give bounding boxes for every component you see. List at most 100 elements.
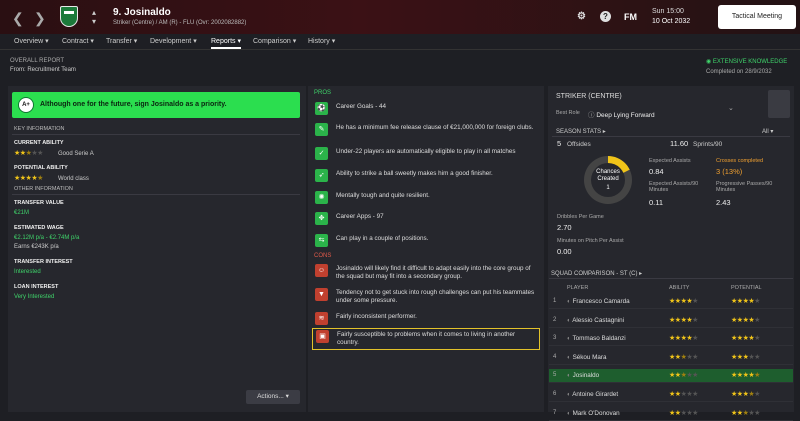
crosses-value: 3 (13%) bbox=[716, 167, 743, 176]
squad-row-player[interactable]: ◐ Josinaldo bbox=[567, 372, 599, 379]
tab-contract[interactable]: Contract ▾ bbox=[62, 37, 94, 45]
squad-row-player[interactable]: ◐ Alessio Castagnini bbox=[567, 317, 624, 324]
squad-row-potential-stars: ★★★★★ bbox=[731, 372, 760, 380]
tab-development[interactable]: Development ▾ bbox=[150, 37, 197, 45]
boot-icon: ➶ bbox=[315, 169, 328, 182]
squad-comparison-title[interactable]: SQUAD COMPARISON - ST (C) ▸ bbox=[551, 270, 642, 277]
squad-row-number: 7 bbox=[553, 409, 557, 416]
transfer-interest-label: TRANSFER INTEREST bbox=[14, 259, 73, 265]
pro-item: ✎ He has a minimum fee release clause of … bbox=[312, 122, 540, 144]
report-title: OVERALL REPORT bbox=[10, 58, 65, 64]
squad-row-ability-stars: ★★★★★ bbox=[669, 316, 698, 324]
chevron-down-icon[interactable]: ⌄ bbox=[728, 104, 734, 112]
tactical-meeting-button[interactable]: Tactical Meeting bbox=[718, 5, 796, 29]
shield-icon: ▼ bbox=[315, 288, 328, 301]
tab-comparison[interactable]: Comparison ▾ bbox=[253, 37, 296, 45]
squad-row-number: 4 bbox=[553, 353, 557, 360]
xa90-label: Expected Assists/90 Minutes bbox=[649, 181, 699, 193]
other-info-title: OTHER INFORMATION bbox=[14, 186, 73, 192]
sprints-label: Sprints/90 bbox=[693, 141, 723, 148]
stats-filter-dropdown[interactable]: All ▾ bbox=[762, 128, 773, 135]
current-ability-stars: ★★★★★ bbox=[14, 150, 43, 157]
tab-reports[interactable]: Reports ▾ bbox=[211, 37, 241, 49]
back-arrow-icon[interactable]: ❮ bbox=[12, 10, 24, 27]
chances-created-value: 1 bbox=[606, 185, 610, 191]
squad-row[interactable]: 1 ◐ Francesco Camarda ★★★★★ ★★★★★ bbox=[549, 295, 793, 309]
squad-row[interactable]: 2 ◐ Alessio Castagnini ★★★★★ ★★★★★ bbox=[549, 314, 793, 328]
tab-history[interactable]: History ▾ bbox=[308, 37, 335, 45]
chevron-updown-icon[interactable]: ▴ ▾ bbox=[92, 8, 96, 26]
potential-ability-note: World class bbox=[58, 176, 89, 182]
pro-item: ⚽ Career Goals - 44 bbox=[312, 101, 540, 117]
dribbles-value: 2.70 bbox=[557, 223, 572, 232]
person-icon: ◐ bbox=[567, 353, 571, 361]
globe-icon[interactable]: ⚙ bbox=[576, 11, 587, 22]
actions-button[interactable]: Actions... ▾ bbox=[246, 390, 300, 404]
knowledge-level: ◉ EXTENSIVE KNOWLEDGE bbox=[706, 59, 788, 65]
squad-row-potential-stars: ★★★★★ bbox=[731, 335, 760, 343]
pitch-position-icon bbox=[768, 90, 790, 118]
player-name: 9. Josinaldo bbox=[113, 7, 171, 18]
person-icon: ◐ bbox=[567, 372, 571, 380]
squad-row-number: 6 bbox=[553, 391, 557, 397]
minutes-per-assist-value: 0.00 bbox=[557, 247, 572, 256]
squad-row[interactable]: 7 ◐ Mark O'Donovan ★★★★★ ★★★★★ bbox=[549, 407, 793, 421]
squad-row-player[interactable]: ◐ Tommaso Baldanzi bbox=[567, 335, 626, 342]
potential-ability-stars: ★★★★★ bbox=[14, 175, 43, 182]
squad-row[interactable]: 5 ◐ Josinaldo ★★★★★ ★★★★★ bbox=[549, 369, 793, 384]
squad-row-potential-stars: ★★★★★ bbox=[731, 391, 760, 398]
squad-row-player[interactable]: ◐ Sékou Mara bbox=[567, 354, 607, 361]
brain-icon: ✺ bbox=[315, 191, 328, 204]
transfer-value-label: TRANSFER VALUE bbox=[14, 200, 64, 206]
current-ability-label: CURRENT ABILITY bbox=[14, 140, 64, 146]
transfer-value: €21M bbox=[14, 210, 30, 216]
pro-item: ➶ Ability to strike a ball sweetly makes … bbox=[312, 168, 540, 184]
loan-interest: Very Interested bbox=[14, 294, 55, 300]
forward-arrow-icon[interactable]: ❯ bbox=[34, 10, 46, 27]
squad-row-number: 2 bbox=[553, 316, 557, 323]
squad-row[interactable]: 3 ◐ Tommaso Baldanzi ★★★★★ ★★★★★ bbox=[549, 332, 793, 347]
divider bbox=[552, 136, 790, 137]
club-crest-icon[interactable] bbox=[60, 6, 78, 27]
season-stats-title: SEASON STATS ▸ bbox=[556, 129, 606, 135]
best-role-label: Best Role bbox=[556, 110, 580, 116]
tab-bar: Overview ▾ Contract ▾ Transfer ▾ Develop… bbox=[0, 34, 800, 50]
key-info-title: KEY INFORMATION bbox=[14, 126, 65, 132]
squad-row[interactable]: 6 ◐ Antoine Girardet ★★★★★ ★★★★★ bbox=[549, 388, 793, 402]
person-icon: ◐ bbox=[567, 391, 571, 398]
current-wage: Earns €243K p/a bbox=[14, 244, 59, 250]
contract-icon: ✎ bbox=[315, 123, 328, 136]
game-day: Sun 15:00 bbox=[652, 8, 684, 15]
squad-row-player[interactable]: ◐ Francesco Camarda bbox=[567, 298, 630, 305]
con-item: ☺ Josinaldo will likely find it difficult… bbox=[312, 263, 540, 285]
expected-assists: 0.84 bbox=[649, 167, 664, 176]
squad-row-ability-stars: ★★★★★ bbox=[669, 409, 698, 417]
squad-row[interactable]: 4 ◐ Sékou Mara ★★★★★ ★★★★★ bbox=[549, 351, 793, 365]
pro-item: ✥ Career Apps - 97 bbox=[312, 211, 540, 227]
crosses-label: Crosses completed bbox=[716, 158, 764, 164]
person-icon: ◐ bbox=[567, 316, 571, 324]
person-icon: ◐ bbox=[567, 298, 571, 305]
tab-overview[interactable]: Overview ▾ bbox=[14, 37, 49, 45]
squad-row-potential-stars: ★★★★★ bbox=[731, 298, 760, 305]
squad-row-player[interactable]: ◐ Mark O'Donovan bbox=[567, 410, 620, 417]
fm-logo[interactable]: FM bbox=[624, 12, 637, 22]
estimated-wage-label: ESTIMATED WAGE bbox=[14, 225, 64, 231]
verdict-text: Although one for the future, sign Josina… bbox=[40, 101, 227, 108]
positions-icon: ⇆ bbox=[315, 234, 328, 247]
divider bbox=[549, 278, 793, 279]
squad-row-ability-stars: ★★★★★ bbox=[669, 335, 698, 343]
help-icon[interactable]: ? bbox=[600, 11, 611, 22]
squad-row-potential-stars: ★★★★★ bbox=[731, 316, 760, 324]
chart-icon: ≋ bbox=[315, 312, 328, 325]
best-role[interactable]: ⓘ Deep Lying Forward bbox=[588, 109, 655, 119]
pros-title: PROS bbox=[314, 90, 332, 96]
squad-row-player[interactable]: ◐ Antoine Girardet bbox=[567, 391, 618, 398]
tab-transfer[interactable]: Transfer ▾ bbox=[106, 37, 137, 45]
offsides-label: Offsides bbox=[567, 141, 591, 148]
squad-row-ability-stars: ★★★★★ bbox=[669, 391, 698, 398]
col-potential: POTENTIAL bbox=[731, 285, 762, 291]
squad-row-number: 5 bbox=[553, 372, 557, 379]
squad-row-ability-stars: ★★★★★ bbox=[669, 353, 698, 361]
arrows-icon: ✥ bbox=[315, 212, 328, 225]
